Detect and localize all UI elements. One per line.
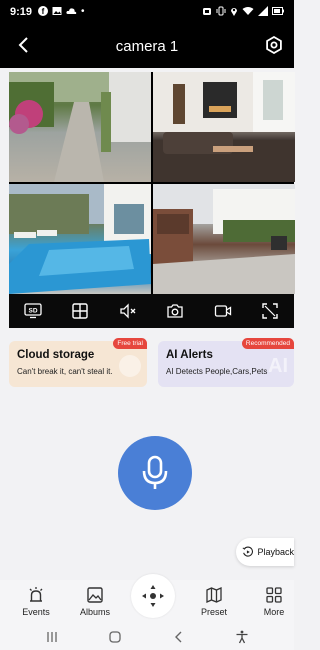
image-icon: [52, 6, 62, 19]
signal-icon: [258, 5, 268, 19]
directional-pad-icon: [142, 585, 164, 607]
battery-icon: [272, 6, 284, 18]
status-time: 9:19: [10, 6, 33, 18]
nav-more-label: More: [263, 607, 285, 617]
expand-icon: [262, 303, 278, 319]
camera-icon: [167, 304, 183, 318]
camera-tile-garden-path[interactable]: [9, 72, 151, 182]
nav-albums[interactable]: Albums: [70, 586, 120, 617]
accessibility-button[interactable]: [232, 627, 252, 647]
microphone-icon: [142, 455, 168, 489]
dot-icon: •: [81, 6, 85, 17]
recents-button[interactable]: [42, 627, 62, 647]
location-icon: [230, 6, 238, 19]
camera-tile-patio[interactable]: [153, 184, 295, 294]
facebook-icon: f: [38, 5, 49, 19]
alarm-icon: [202, 6, 212, 19]
recommended-badge: Recommended: [241, 338, 294, 349]
camera-tile-pool[interactable]: [9, 184, 151, 294]
playback-button[interactable]: Playback: [236, 538, 294, 566]
cloud-icon: [66, 6, 77, 18]
nav-more[interactable]: More: [249, 586, 299, 617]
layout-grid-button[interactable]: [67, 298, 93, 324]
settings-button[interactable]: [262, 33, 286, 57]
speaker-muted-icon: [120, 303, 136, 319]
nav-preset-label: Preset: [200, 607, 227, 617]
ai-watermark: AI: [268, 355, 288, 377]
page-title: camera 1: [115, 37, 179, 55]
cloud-watermark-icon: [119, 355, 141, 377]
playback-icon: [242, 546, 253, 557]
free-trial-badge: Free trial: [113, 338, 147, 349]
svg-text:SD: SD: [28, 308, 37, 315]
svg-text:f: f: [42, 7, 45, 16]
top-app-bar: camera 1: [0, 24, 294, 68]
back-button[interactable]: [12, 33, 36, 57]
status-bar: 9:19 f •: [0, 0, 294, 24]
snapshot-button[interactable]: [162, 298, 188, 324]
playback-controls: SD: [9, 294, 294, 328]
nav-events-label: Events: [22, 607, 50, 617]
nav-albums-label: Albums: [79, 607, 110, 617]
camera-live-screen: 9:19 f • camera 1 SD Free trial Cloud st…: [0, 0, 295, 650]
nav-preset[interactable]: Preset: [189, 586, 239, 617]
albums-icon: [87, 587, 103, 603]
more-grid-icon: [266, 587, 282, 603]
camera-tile-living-room[interactable]: [153, 72, 295, 182]
back-icon: [174, 631, 182, 643]
sd-quality-button[interactable]: SD: [20, 298, 46, 324]
map-icon: [206, 586, 222, 604]
events-icon: [29, 587, 43, 602]
status-left-icons: f •: [38, 5, 85, 19]
system-back-button[interactable]: [169, 627, 189, 647]
mute-button[interactable]: [115, 298, 141, 324]
ai-alerts-card[interactable]: Recommended AI AI Alerts AI Detects Peop…: [158, 338, 294, 387]
fullscreen-button[interactable]: [257, 298, 283, 324]
playback-label: Playback: [257, 547, 294, 557]
home-button[interactable]: [105, 627, 125, 647]
home-icon: [109, 631, 121, 643]
status-right-icons: [202, 5, 284, 19]
wifi-icon: [242, 6, 254, 19]
gear-icon: [266, 36, 282, 54]
cloud-storage-card[interactable]: Free trial Cloud storage Can't break it,…: [9, 338, 147, 387]
grid-icon: [72, 303, 88, 319]
system-nav-bar: [0, 624, 294, 650]
record-button[interactable]: [210, 298, 236, 324]
chevron-left-icon: [18, 37, 28, 53]
camera-grid: [9, 72, 295, 294]
recents-icon: [47, 632, 57, 642]
sd-icon: SD: [24, 303, 42, 319]
video-icon: [214, 305, 231, 317]
ptz-control-button[interactable]: [131, 574, 175, 618]
accessibility-icon: [236, 630, 248, 644]
nav-events[interactable]: Events: [11, 586, 61, 617]
talk-button[interactable]: [118, 436, 192, 510]
vibrate-icon: [216, 6, 226, 19]
